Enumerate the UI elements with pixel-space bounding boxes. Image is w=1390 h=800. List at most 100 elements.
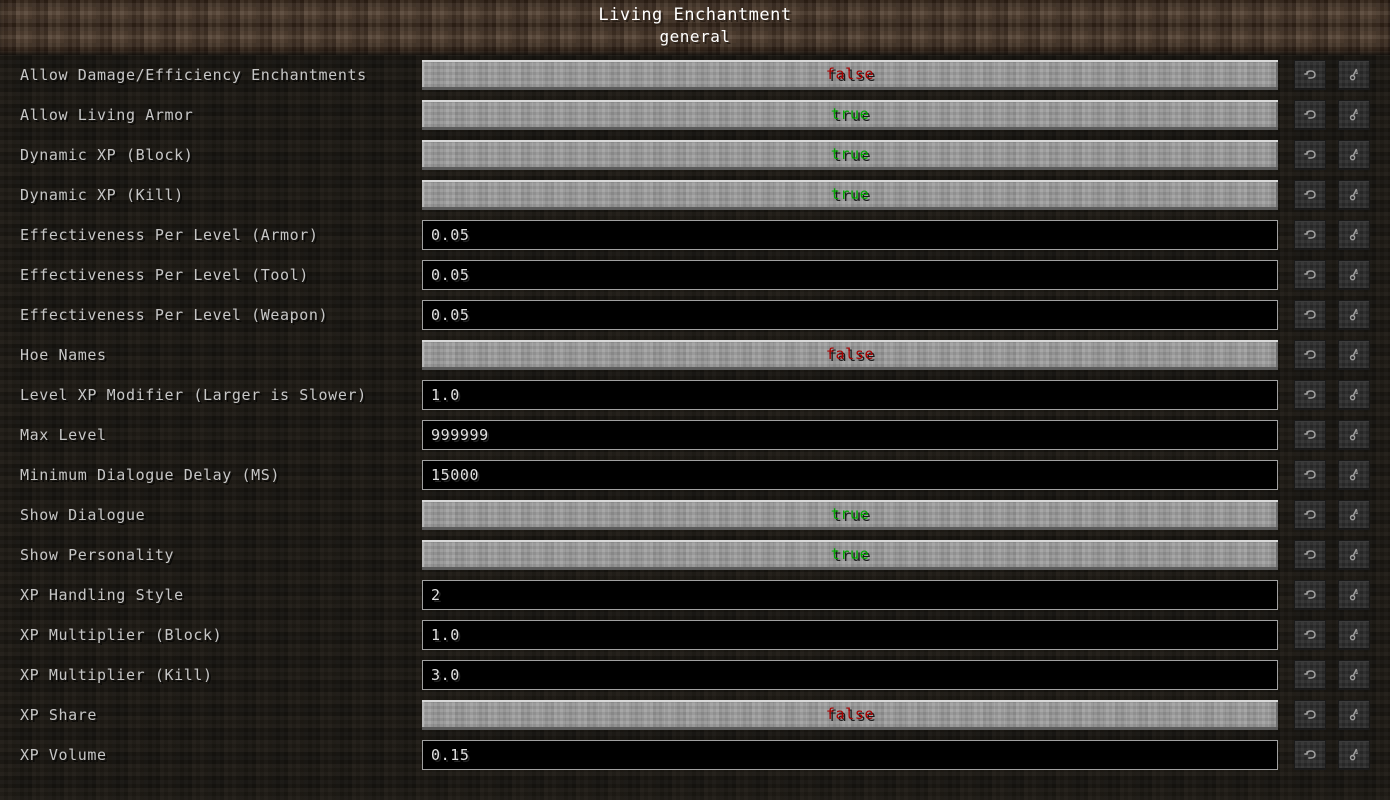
key-binding-button[interactable] xyxy=(1338,420,1370,450)
reset-to-default-button[interactable] xyxy=(1294,500,1326,530)
reset-to-default-button[interactable] xyxy=(1294,140,1326,170)
config-row-control: false xyxy=(422,700,1278,730)
config-row-label: Effectiveness Per Level (Tool) xyxy=(20,266,309,284)
config-row-label: Allow Damage/Efficiency Enchantments xyxy=(20,66,367,84)
key-binding-button[interactable] xyxy=(1338,260,1370,290)
config-row-label: Effectiveness Per Level (Weapon) xyxy=(20,306,329,324)
reset-to-default-button[interactable] xyxy=(1294,740,1326,770)
key-binding-button[interactable] xyxy=(1338,100,1370,130)
value-text-input[interactable] xyxy=(422,380,1278,410)
boolean-toggle-value: false xyxy=(825,345,875,363)
config-row-control xyxy=(422,620,1278,650)
boolean-toggle-value: true xyxy=(830,545,870,563)
reset-to-default-button[interactable] xyxy=(1294,180,1326,210)
reset-to-default-button[interactable] xyxy=(1294,60,1326,90)
value-text-input[interactable] xyxy=(422,420,1278,450)
key-binding-button[interactable] xyxy=(1338,380,1370,410)
config-row: Dynamic XP (Block) true xyxy=(0,135,1390,175)
category-subtitle: general xyxy=(659,27,731,46)
undo-arrow-icon xyxy=(1303,389,1317,402)
boolean-toggle-button[interactable]: false xyxy=(422,60,1278,90)
key-icon xyxy=(1348,108,1361,122)
config-row-control xyxy=(422,660,1278,690)
key-icon xyxy=(1348,388,1361,402)
key-binding-button[interactable] xyxy=(1338,140,1370,170)
key-icon xyxy=(1348,228,1361,242)
config-row-label: Allow Living Armor xyxy=(20,106,194,124)
config-row: XP Share false xyxy=(0,695,1390,735)
value-text-input[interactable] xyxy=(422,740,1278,770)
config-row-control xyxy=(422,220,1278,250)
key-binding-button[interactable] xyxy=(1338,300,1370,330)
key-binding-button[interactable] xyxy=(1338,660,1370,690)
reset-to-default-button[interactable] xyxy=(1294,700,1326,730)
undo-arrow-icon xyxy=(1303,709,1317,722)
value-text-input[interactable] xyxy=(422,660,1278,690)
config-row-control xyxy=(422,420,1278,450)
undo-arrow-icon xyxy=(1303,669,1317,682)
reset-to-default-button[interactable] xyxy=(1294,260,1326,290)
key-binding-button[interactable] xyxy=(1338,60,1370,90)
key-binding-button[interactable] xyxy=(1338,740,1370,770)
key-binding-button[interactable] xyxy=(1338,500,1370,530)
config-row-label: Max Level xyxy=(20,426,107,444)
key-icon xyxy=(1348,628,1361,642)
undo-arrow-icon xyxy=(1303,509,1317,522)
key-icon xyxy=(1348,428,1361,442)
undo-arrow-icon xyxy=(1303,269,1317,282)
config-row-control: true xyxy=(422,500,1278,530)
boolean-toggle-button[interactable]: true xyxy=(422,540,1278,570)
reset-to-default-button[interactable] xyxy=(1294,100,1326,130)
key-binding-button[interactable] xyxy=(1338,580,1370,610)
reset-to-default-button[interactable] xyxy=(1294,220,1326,250)
key-binding-button[interactable] xyxy=(1338,540,1370,570)
config-row-control xyxy=(422,460,1278,490)
config-row-control xyxy=(422,300,1278,330)
key-icon xyxy=(1348,268,1361,282)
key-icon xyxy=(1348,148,1361,162)
reset-to-default-button[interactable] xyxy=(1294,540,1326,570)
reset-to-default-button[interactable] xyxy=(1294,460,1326,490)
config-row: XP Volume xyxy=(0,735,1390,775)
boolean-toggle-button[interactable]: true xyxy=(422,140,1278,170)
boolean-toggle-button[interactable]: true xyxy=(422,100,1278,130)
config-row-label: XP Share xyxy=(20,706,98,724)
reset-to-default-button[interactable] xyxy=(1294,300,1326,330)
key-binding-button[interactable] xyxy=(1338,340,1370,370)
reset-to-default-button[interactable] xyxy=(1294,580,1326,610)
undo-arrow-icon xyxy=(1303,149,1317,162)
reset-to-default-button[interactable] xyxy=(1294,420,1326,450)
config-row: Dynamic XP (Kill) true xyxy=(0,175,1390,215)
reset-to-default-button[interactable] xyxy=(1294,660,1326,690)
value-text-input[interactable] xyxy=(422,620,1278,650)
key-icon xyxy=(1348,508,1361,522)
boolean-toggle-button[interactable]: true xyxy=(422,500,1278,530)
reset-to-default-button[interactable] xyxy=(1294,620,1326,650)
key-binding-button[interactable] xyxy=(1338,460,1370,490)
key-binding-button[interactable] xyxy=(1338,620,1370,650)
config-row-label: Level XP Modifier (Larger is Slower) xyxy=(20,386,367,404)
value-text-input[interactable] xyxy=(422,220,1278,250)
config-row: Show Dialogue true xyxy=(0,495,1390,535)
value-text-input[interactable] xyxy=(422,460,1278,490)
key-binding-button[interactable] xyxy=(1338,220,1370,250)
config-row-control xyxy=(422,380,1278,410)
config-entry-list[interactable]: Allow Damage/Efficiency Enchantments fals… xyxy=(0,55,1390,800)
key-binding-button[interactable] xyxy=(1338,180,1370,210)
boolean-toggle-value: true xyxy=(830,105,870,123)
undo-arrow-icon xyxy=(1303,429,1317,442)
value-text-input[interactable] xyxy=(422,580,1278,610)
reset-to-default-button[interactable] xyxy=(1294,380,1326,410)
undo-arrow-icon xyxy=(1303,589,1317,602)
boolean-toggle-value: true xyxy=(830,145,870,163)
value-text-input[interactable] xyxy=(422,300,1278,330)
config-row-label: XP Multiplier (Block) xyxy=(20,626,223,644)
boolean-toggle-button[interactable]: false xyxy=(422,700,1278,730)
value-text-input[interactable] xyxy=(422,260,1278,290)
boolean-toggle-button[interactable]: false xyxy=(422,340,1278,370)
boolean-toggle-button[interactable]: true xyxy=(422,180,1278,210)
key-icon xyxy=(1348,668,1361,682)
reset-to-default-button[interactable] xyxy=(1294,340,1326,370)
key-binding-button[interactable] xyxy=(1338,700,1370,730)
boolean-toggle-value: false xyxy=(825,65,875,83)
